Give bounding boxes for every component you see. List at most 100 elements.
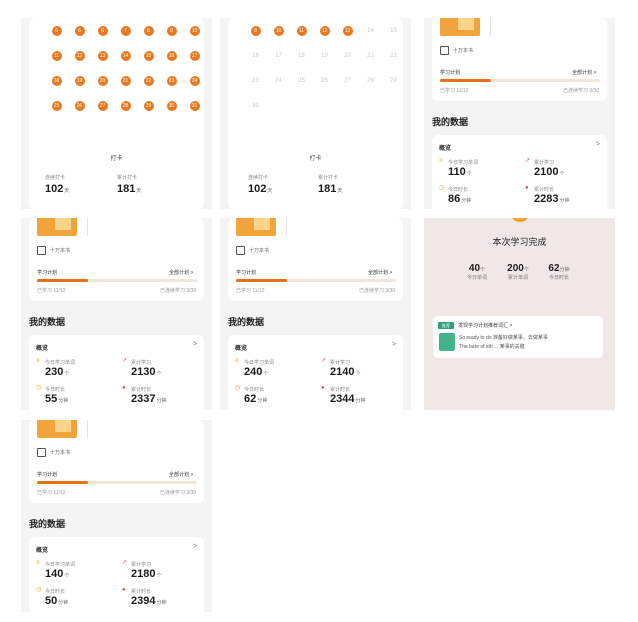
- calendar-day[interactable]: 14: [114, 51, 137, 61]
- calendar-day[interactable]: 19: [68, 76, 91, 86]
- calendar-day[interactable]: 7: [114, 26, 137, 36]
- calendar-day[interactable]: 28: [114, 101, 137, 111]
- calendar-day[interactable]: 11: [290, 26, 313, 36]
- calendar-day[interactable]: 23: [160, 76, 183, 86]
- book-checkbox[interactable]: [37, 246, 46, 255]
- calendar-day[interactable]: 18: [45, 76, 68, 86]
- book-checkbox[interactable]: [37, 448, 46, 457]
- total-time-label: 累计时长: [131, 387, 152, 393]
- chevron-right-icon[interactable]: >: [193, 341, 197, 348]
- calendar-day[interactable]: 26: [313, 76, 336, 86]
- all-plans-link[interactable]: 全部计划 >: [169, 269, 193, 276]
- total-words-value: 2100个: [534, 166, 565, 178]
- calendar-day[interactable]: 21: [114, 76, 137, 86]
- calendar-day[interactable]: 15: [382, 26, 403, 36]
- chevron-right-icon[interactable]: >: [392, 341, 396, 348]
- book-cover-thumbnail[interactable]: [440, 18, 480, 36]
- today-time-value: 50分钟: [45, 595, 69, 607]
- chevron-right-icon[interactable]: >: [193, 543, 197, 550]
- calendar-day[interactable]: 6: [91, 26, 114, 36]
- calendar-day[interactable]: 10: [267, 26, 290, 36]
- calendar-day[interactable]: 12: [313, 26, 336, 36]
- calendar-day[interactable]: 10: [183, 26, 204, 36]
- checked-day-dot: 8: [143, 26, 154, 36]
- recommend-header[interactable]: 发现学习计划推荐词汇 >: [458, 322, 512, 329]
- book-cover-thumbnail[interactable]: [37, 218, 77, 236]
- calendar-day[interactable]: 20: [91, 76, 114, 86]
- today-words-label: 今日学习单词: [244, 360, 275, 366]
- calendar-day[interactable]: 15: [137, 51, 160, 61]
- calendar-day[interactable]: 20: [336, 51, 359, 61]
- all-plans-link[interactable]: 全部计划 >: [368, 269, 392, 276]
- sign-in-label[interactable]: 打卡: [228, 153, 403, 162]
- calendar-day[interactable]: 8: [137, 26, 160, 36]
- my-data-title: 我的数据: [228, 317, 265, 327]
- book-cover-thumbnail[interactable]: [37, 420, 77, 438]
- calendar-day[interactable]: 25: [45, 101, 68, 111]
- completion-stat-today-words: 40个 今日单词: [466, 263, 487, 281]
- calendar-day[interactable]: 24: [267, 76, 290, 86]
- overview-card[interactable]: 概览 > ≡ 今日学习单词 230个 ↗ 累计学习 2130个 ◷ 今日时长 5…: [29, 335, 204, 410]
- calendar-day[interactable]: 23: [244, 76, 267, 86]
- recommend-badge: 推荐: [438, 322, 454, 329]
- chevron-right-icon[interactable]: >: [596, 141, 600, 148]
- plan-card: 十万本书 学习计划 全部计划 > 已学习 11/12 已连续学习 3/30: [432, 18, 607, 101]
- calendar-day[interactable]: 17: [267, 51, 290, 61]
- overview-card[interactable]: 概览 > ≡ 今日学习单词 240个 ↗ 累计学习 2140个 ◷ 今日时长 6…: [228, 335, 403, 410]
- calendar-day[interactable]: 21: [359, 51, 382, 61]
- calendar-day[interactable]: 13: [91, 51, 114, 61]
- checked-day-dot: 26: [74, 101, 85, 111]
- clock-icon: ◷: [36, 587, 42, 593]
- calendar-day[interactable]: 22: [137, 76, 160, 86]
- book-checkbox[interactable]: [236, 246, 245, 255]
- book-checkbox[interactable]: [440, 46, 449, 55]
- calendar-day[interactable]: 16: [244, 51, 267, 61]
- book-cover-thumbnail[interactable]: [236, 218, 276, 236]
- calendar-day[interactable]: 28: [359, 76, 382, 86]
- book-cover-edge: [87, 218, 88, 236]
- calendar-day[interactable]: 27: [336, 76, 359, 86]
- calendar-day[interactable]: 27: [91, 101, 114, 111]
- checked-day-dot: 20: [97, 76, 108, 86]
- calendar-day[interactable]: 16: [160, 51, 183, 61]
- calendar-day[interactable]: 6: [45, 26, 68, 36]
- calendar-day[interactable]: 11: [45, 51, 68, 61]
- calendar-day[interactable]: 22: [382, 51, 403, 61]
- checked-day-dot: 6: [97, 26, 108, 36]
- calendar-day[interactable]: 9: [244, 26, 267, 36]
- checked-day-dot: 14: [120, 51, 131, 61]
- today-words-label: 今日学习单词: [448, 160, 479, 166]
- sign-in-label[interactable]: 打卡: [29, 153, 204, 162]
- calendar-day[interactable]: 18: [290, 51, 313, 61]
- all-plans-link[interactable]: 全部计划 >: [169, 471, 193, 478]
- all-plans-link[interactable]: 全部计划 >: [572, 69, 596, 76]
- calendar-day[interactable]: 30: [244, 101, 267, 111]
- checked-day-dot: 9: [250, 26, 261, 36]
- calendar-day[interactable]: 19: [313, 51, 336, 61]
- calendar-day[interactable]: 29: [137, 101, 160, 111]
- lines-icon: ≡: [439, 158, 443, 164]
- calendar-day[interactable]: 17: [183, 51, 204, 61]
- calendar-day[interactable]: 24: [183, 76, 204, 86]
- calendar-day[interactable]: 12: [68, 51, 91, 61]
- checked-day-dot: 15: [143, 51, 154, 61]
- overview-card[interactable]: 概览 > ≡ 今日学习单词 140个 ↗ 累计学习 2180个 ◷ 今日时长 5…: [29, 537, 204, 612]
- calendar-day[interactable]: 29: [382, 76, 403, 86]
- calendar-day[interactable]: 6: [68, 26, 91, 36]
- today-words-value: 140个: [45, 568, 70, 580]
- calendar-panel-a: 6 6 6 7 8 9 10 11 12 13 14 15 16 17 18 19 20 21 22 23 24 25 26…: [21, 18, 212, 209]
- calendar-icon: ●: [525, 185, 529, 191]
- plan-progress-fill: [37, 481, 89, 484]
- calendar-day[interactable]: 30: [160, 101, 183, 111]
- calendar-day[interactable]: 9: [160, 26, 183, 36]
- calendar-day[interactable]: 31: [183, 101, 204, 111]
- calendar-day[interactable]: 25: [290, 76, 313, 86]
- overview-card[interactable]: 概览 > ≡ 今日学习单词 110个 ↗ 累计学习 2100个 ◷ 今日时长 8…: [432, 135, 607, 209]
- recommendation-card[interactable]: 推荐 发现学习计划推荐词汇 > So ready to do 准备好做某事，去做…: [433, 316, 603, 358]
- plan-card: 十万本书 学习计划 全部计划 > 已学习 11/12 已连续学习 3/30: [29, 420, 204, 503]
- calendar-day[interactable]: 26: [68, 101, 91, 111]
- calendar-day[interactable]: 14: [359, 26, 382, 36]
- calendar-day[interactable]: 13: [336, 26, 359, 36]
- checked-day-dot: 21: [120, 76, 131, 86]
- streak-value: 102天: [45, 183, 70, 195]
